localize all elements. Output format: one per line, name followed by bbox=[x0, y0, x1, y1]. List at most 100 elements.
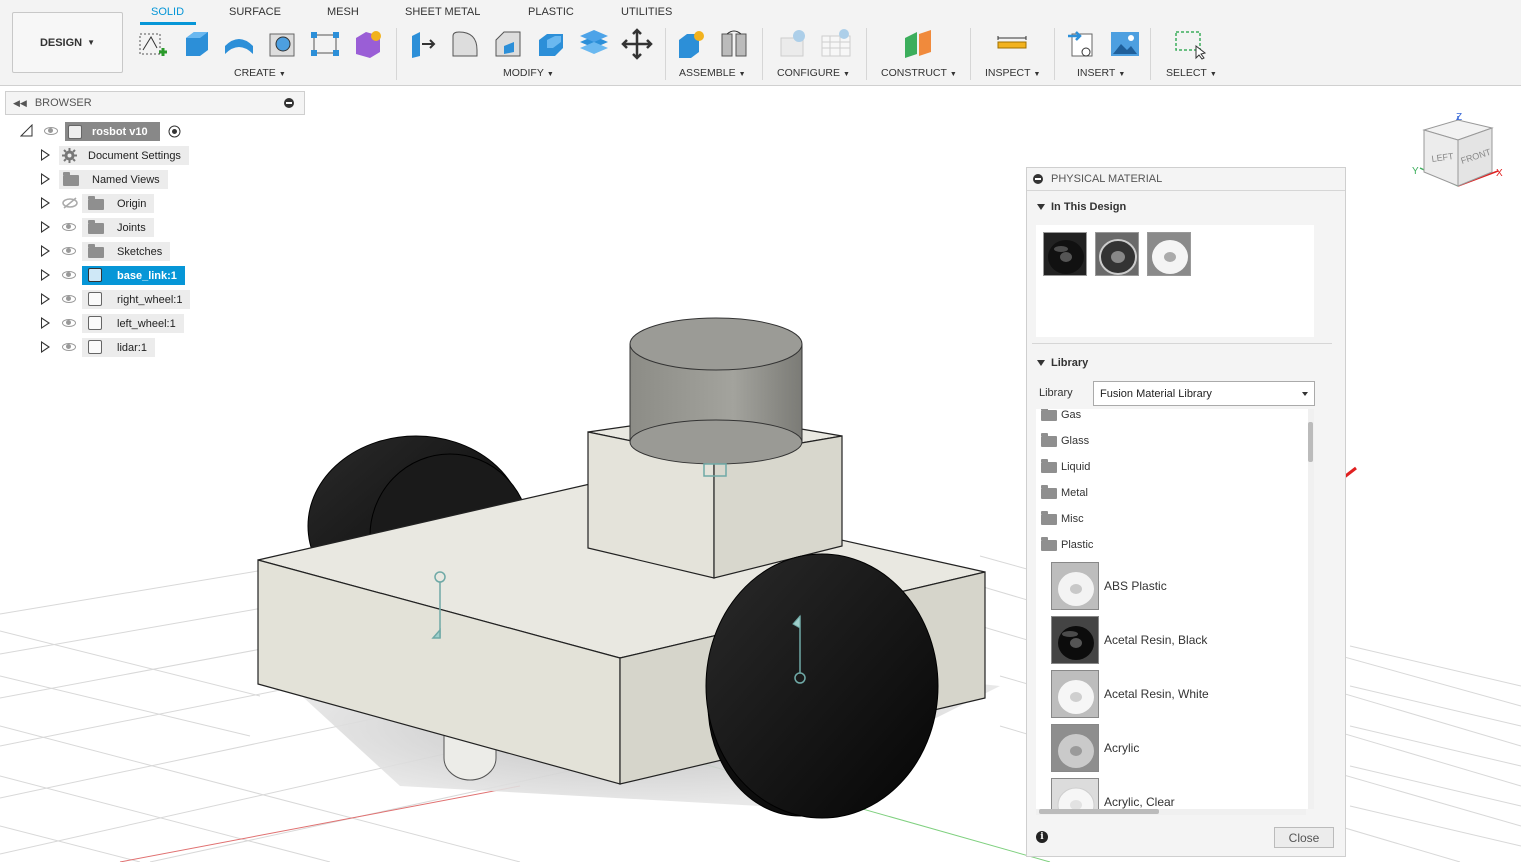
expand-triangle-icon[interactable] bbox=[41, 173, 50, 185]
panel-header[interactable]: PHYSICAL MATERIAL bbox=[1027, 168, 1345, 191]
create-menu[interactable]: CREATE ▼ bbox=[234, 67, 286, 79]
library-folder-gas[interactable]: Gas bbox=[1041, 409, 1081, 424]
assemble-menu[interactable]: ASSEMBLE ▼ bbox=[679, 67, 746, 79]
tab-solid[interactable]: SOLID bbox=[151, 6, 184, 18]
chamfer-icon[interactable] bbox=[492, 28, 524, 60]
material-item-acrylic-clear[interactable]: Acrylic, Clear bbox=[1051, 777, 1175, 809]
material-thumbnail bbox=[1051, 778, 1099, 809]
material-swatch-black[interactable] bbox=[1043, 232, 1087, 276]
combine-icon[interactable] bbox=[578, 28, 610, 60]
visibility-eye-icon[interactable] bbox=[44, 127, 58, 135]
body-icon bbox=[88, 340, 102, 354]
library-folder-misc[interactable]: Misc bbox=[1041, 510, 1084, 528]
library-folder-glass[interactable]: Glass bbox=[1041, 432, 1089, 450]
vertical-scrollbar-thumb[interactable] bbox=[1308, 422, 1313, 462]
fillet-icon[interactable] bbox=[449, 28, 481, 60]
press-pull-icon[interactable] bbox=[406, 28, 438, 60]
expanded-triangle-icon[interactable] bbox=[20, 124, 34, 138]
create-form-icon[interactable] bbox=[352, 28, 384, 60]
browser-title: BROWSER bbox=[34, 97, 92, 109]
library-folder-metal[interactable]: Metal bbox=[1041, 484, 1088, 502]
inspect-menu[interactable]: INSPECT ▼ bbox=[985, 67, 1040, 79]
tree-label: Joints bbox=[117, 221, 146, 234]
visibility-eye-icon[interactable] bbox=[62, 247, 76, 255]
material-item-acetal-white[interactable]: Acetal Resin, White bbox=[1051, 669, 1209, 719]
insert-image-icon[interactable] bbox=[1109, 28, 1141, 60]
folder-icon bbox=[1041, 432, 1057, 447]
browser-root-node[interactable]: rosbot v10 bbox=[65, 122, 160, 141]
tab-utilities[interactable]: UTILITIES bbox=[621, 6, 672, 18]
measure-icon[interactable] bbox=[996, 28, 1028, 60]
visibility-hidden-icon[interactable] bbox=[62, 197, 78, 209]
viewcube[interactable]: Z LEFT FRONT X Y bbox=[1410, 106, 1510, 196]
toolbar-separator bbox=[866, 28, 867, 80]
material-swatch-metal[interactable] bbox=[1095, 232, 1139, 276]
visibility-eye-icon[interactable] bbox=[62, 319, 76, 327]
configure-icon[interactable] bbox=[777, 28, 809, 60]
material-thumbnail bbox=[1051, 670, 1099, 718]
create-sketch-icon[interactable] bbox=[137, 28, 169, 60]
modify-menu[interactable]: MODIFY ▼ bbox=[503, 67, 554, 79]
info-icon[interactable]: i bbox=[1036, 831, 1048, 843]
in-this-design-section[interactable]: In This Design bbox=[1037, 201, 1126, 213]
material-swatch-white[interactable] bbox=[1147, 232, 1191, 276]
tab-surface[interactable]: SURFACE bbox=[229, 6, 281, 18]
vertical-scrollbar[interactable] bbox=[1308, 409, 1314, 809]
expand-triangle-icon[interactable] bbox=[41, 341, 50, 353]
expand-triangle-icon[interactable] bbox=[41, 269, 50, 281]
tab-sheet-metal[interactable]: SHEET METAL bbox=[405, 6, 480, 18]
fusion-app-window: DESIGN ▼ SOLID SURFACE MESH SHEET METAL … bbox=[0, 0, 1521, 862]
tree-node-selected: base_link:1 bbox=[82, 266, 185, 285]
chevron-down-icon: ▼ bbox=[843, 71, 850, 78]
tree-node: right_wheel:1 bbox=[82, 290, 191, 309]
insert-menu[interactable]: INSERT ▼ bbox=[1077, 67, 1125, 79]
material-item-acetal-black[interactable]: Acetal Resin, Black bbox=[1051, 615, 1207, 665]
pattern-icon[interactable] bbox=[309, 28, 341, 60]
select-menu[interactable]: SELECT ▼ bbox=[1166, 67, 1217, 79]
visibility-eye-icon[interactable] bbox=[62, 343, 76, 351]
expand-triangle-icon[interactable] bbox=[41, 221, 50, 233]
tab-plastic[interactable]: PLASTIC bbox=[528, 6, 574, 18]
collapse-triangle-icon[interactable] bbox=[1037, 204, 1045, 210]
new-component-icon[interactable] bbox=[675, 28, 707, 60]
expand-triangle-icon[interactable] bbox=[41, 197, 50, 209]
visibility-eye-icon[interactable] bbox=[62, 295, 76, 303]
visibility-eye-icon[interactable] bbox=[62, 223, 76, 231]
construct-plane-icon[interactable] bbox=[903, 28, 935, 60]
configure-table-icon[interactable] bbox=[820, 28, 852, 60]
library-dropdown[interactable]: Fusion Material Library bbox=[1093, 381, 1315, 406]
expand-triangle-icon[interactable] bbox=[41, 149, 50, 161]
revolve-icon[interactable] bbox=[223, 28, 255, 60]
folder-label: Misc bbox=[1061, 513, 1084, 525]
library-folder-plastic[interactable]: Plastic bbox=[1041, 536, 1093, 554]
horizontal-scrollbar-thumb[interactable] bbox=[1039, 809, 1159, 814]
expand-triangle-icon[interactable] bbox=[41, 245, 50, 257]
workspace-switcher-button[interactable]: DESIGN ▼ bbox=[12, 12, 123, 73]
expand-triangle-icon[interactable] bbox=[41, 293, 50, 305]
activate-radio-icon[interactable] bbox=[168, 125, 181, 138]
material-item-abs-plastic[interactable]: ABS Plastic bbox=[1051, 561, 1167, 611]
move-copy-icon[interactable] bbox=[621, 28, 653, 60]
tab-mesh[interactable]: MESH bbox=[327, 6, 359, 18]
joint-icon[interactable] bbox=[718, 28, 750, 60]
library-section[interactable]: Library bbox=[1037, 357, 1088, 369]
extrude-icon[interactable] bbox=[180, 28, 212, 60]
shell-icon[interactable] bbox=[535, 28, 567, 60]
expand-triangle-icon[interactable] bbox=[41, 317, 50, 329]
material-item-acrylic[interactable]: Acrylic bbox=[1051, 723, 1139, 773]
minimize-panel-icon[interactable] bbox=[1033, 174, 1043, 184]
viewcube-z-label: Z bbox=[1456, 112, 1462, 123]
collapse-panel-icon[interactable]: ◀◀ bbox=[13, 98, 27, 109]
hole-icon[interactable] bbox=[266, 28, 298, 60]
close-button[interactable]: Close bbox=[1274, 827, 1334, 848]
construct-menu[interactable]: CONSTRUCT ▼ bbox=[881, 67, 957, 79]
insert-derive-icon[interactable] bbox=[1066, 28, 1098, 60]
right-wheel bbox=[705, 553, 939, 819]
minimize-panel-icon[interactable] bbox=[284, 98, 294, 108]
visibility-eye-icon[interactable] bbox=[62, 271, 76, 279]
toolbar-separator bbox=[970, 28, 971, 80]
collapse-triangle-icon[interactable] bbox=[1037, 360, 1045, 366]
configure-menu[interactable]: CONFIGURE ▼ bbox=[777, 67, 850, 79]
library-folder-liquid[interactable]: Liquid bbox=[1041, 458, 1090, 476]
select-window-icon[interactable] bbox=[1174, 28, 1206, 60]
